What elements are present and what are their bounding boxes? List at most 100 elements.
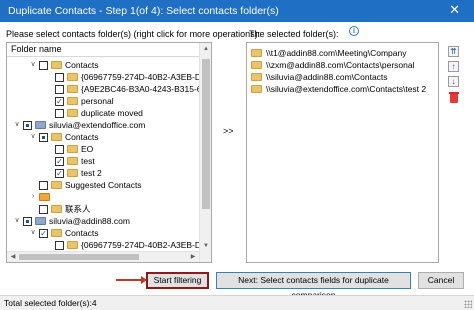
tree-row[interactable]: ∨ Contacts	[7, 131, 199, 143]
folder-icon	[251, 49, 262, 57]
selected-item-label: \\zxm@addin88.com\Contacts\personal	[266, 60, 415, 70]
folder-icon	[67, 241, 78, 249]
folder-checkbox[interactable]	[39, 133, 48, 142]
vertical-scrollbar[interactable]: ▲ ▼	[199, 43, 211, 262]
selected-folders-label: The selected folder(s):	[249, 29, 339, 39]
contacts-folder-icon	[51, 61, 62, 69]
collapse-icon[interactable]: ∨	[29, 227, 37, 239]
tree-row-label: duplicate moved	[81, 108, 143, 118]
folder-icon	[251, 61, 262, 69]
column-header-folder-name[interactable]: Folder name	[7, 43, 211, 57]
info-icon[interactable]: i	[349, 26, 359, 36]
tree-row[interactable]: ›	[7, 191, 199, 203]
contacts-folder-icon	[51, 181, 62, 189]
hscroll-thumb[interactable]	[19, 254, 139, 260]
folder-checkbox[interactable]: ✓	[55, 97, 64, 106]
folder-icon	[39, 193, 50, 201]
resize-grip-icon[interactable]	[464, 300, 472, 308]
folder-checkbox[interactable]: ✓	[55, 157, 64, 166]
tree-row-label: Contacts	[65, 228, 99, 238]
tree-row[interactable]: ∨ ✓ Contacts	[7, 227, 199, 239]
folder-checkbox[interactable]	[23, 217, 32, 226]
tree-row[interactable]: ✓ test	[7, 155, 199, 167]
folder-checkbox[interactable]	[39, 205, 48, 214]
tree-row[interactable]: EO	[7, 143, 199, 155]
cancel-button[interactable]: Cancel	[418, 272, 464, 289]
collapse-icon[interactable]: ∨	[29, 131, 37, 143]
tree-row[interactable]: 联系人	[7, 203, 199, 215]
folder-icon	[67, 157, 78, 165]
scroll-left-icon[interactable]: ◀	[9, 253, 17, 261]
folder-icon	[67, 97, 78, 105]
folder-tree[interactable]: Folder name ∨ Contacts {06967759-274D-40B2…	[6, 42, 212, 263]
move-down-icon[interactable]: ↓	[448, 76, 459, 87]
collapse-icon[interactable]: ∨	[13, 119, 21, 131]
next-button[interactable]: Next: Select contacts fields for duplica…	[216, 272, 411, 300]
contacts-folder-icon	[51, 205, 62, 213]
selected-item-label: \\siluvia@extendoffice.com\Contacts\test…	[266, 84, 427, 94]
selected-item-label: \\siluvia@addin88.com\Contacts	[266, 72, 388, 82]
status-text: Total selected folder(s):4	[4, 298, 97, 308]
close-icon[interactable]: ✕	[449, 3, 460, 17]
folder-checkbox[interactable]: ✓	[39, 229, 48, 238]
contacts-folder-icon	[51, 133, 62, 141]
add-folder-button[interactable]: >>	[223, 126, 234, 136]
folder-checkbox[interactable]	[55, 109, 64, 118]
folder-icon	[251, 73, 262, 81]
tree-row[interactable]: {A9E2BC46-B3A0-4243-B315-6	[7, 83, 202, 95]
scroll-thumb[interactable]	[202, 59, 210, 209]
tree-row-label: Contacts	[65, 132, 99, 142]
scroll-up-icon[interactable]: ▲	[202, 45, 210, 53]
start-filtering-button[interactable]: Start filtering	[146, 272, 209, 289]
tree-row[interactable]: ✓ personal	[7, 95, 199, 107]
tree-row-label: siluvia@addin88.com	[49, 216, 130, 226]
tree-row[interactable]: {06967759-274D-40B2-A3EB-D	[7, 71, 202, 83]
tree-row[interactable]: ∨ siluvia@addin88.com	[7, 215, 199, 227]
folder-checkbox[interactable]	[55, 73, 64, 82]
selected-item-label: \\t1@addin88.com\Meeting\Company	[266, 48, 407, 58]
collapse-icon[interactable]: ∨	[29, 59, 37, 71]
tree-row-label: {06967759-274D-40B2-A3EB-D	[81, 72, 202, 82]
arrow-icon	[116, 276, 147, 284]
window-title: Duplicate Contacts - Step 1(of 4): Selec…	[8, 5, 279, 17]
tree-row[interactable]: ✓ test 2	[7, 167, 199, 179]
tree-row-label: test	[81, 156, 95, 166]
folder-icon	[67, 109, 78, 117]
contacts-folder-icon	[51, 229, 62, 237]
tree-row[interactable]: Suggested Contacts	[7, 179, 199, 191]
folder-icon	[67, 85, 78, 93]
scroll-down-icon[interactable]: ▼	[202, 242, 210, 250]
folder-checkbox[interactable]	[23, 121, 32, 130]
status-bar: Total selected folder(s):4	[0, 295, 474, 310]
tree-row-label: {A9E2BC46-B3A0-4243-B315-6	[81, 84, 202, 94]
expand-icon[interactable]: ›	[29, 191, 37, 203]
tree-row-label: Suggested Contacts	[65, 180, 142, 190]
delete-icon-can	[450, 94, 458, 103]
tree-row-label: 联系人	[65, 204, 91, 214]
collapse-icon[interactable]: ∨	[13, 215, 21, 227]
delete-icon[interactable]	[449, 91, 459, 103]
selected-folders-list[interactable]: \\t1@addin88.com\Meeting\Company \\zxm@a…	[246, 42, 439, 263]
account-icon	[35, 217, 46, 225]
folder-checkbox[interactable]	[55, 145, 64, 154]
folder-icon	[67, 169, 78, 177]
tree-row-label: Contacts	[65, 60, 99, 70]
folder-checkbox[interactable]	[55, 241, 64, 250]
tree-row-label: personal	[81, 96, 114, 106]
horizontal-scrollbar[interactable]: ◀ ▶	[7, 251, 199, 262]
folder-checkbox[interactable]	[39, 181, 48, 190]
tree-row-label: {06967759-274D-40B2-A3EB-D	[81, 240, 202, 250]
tree-row[interactable]: {06967759-274D-40B2-A3EB-D	[7, 239, 202, 251]
tree-row[interactable]: ∨ Contacts	[7, 59, 199, 71]
tree-row-label: EO	[81, 144, 94, 154]
move-up-icon[interactable]: ↑	[448, 61, 459, 72]
folder-checkbox[interactable]	[55, 85, 64, 94]
folder-checkbox[interactable]: ✓	[55, 169, 64, 178]
move-top-icon[interactable]: ⇈	[448, 46, 459, 57]
scroll-right-icon[interactable]: ▶	[189, 253, 197, 261]
folder-checkbox[interactable]	[39, 61, 48, 70]
folder-icon	[67, 73, 78, 81]
tree-row[interactable]: duplicate moved	[7, 107, 199, 119]
tree-row[interactable]: ∨ siluvia@extendoffice.com	[7, 119, 199, 131]
tree-row-label: test 2	[81, 168, 102, 178]
